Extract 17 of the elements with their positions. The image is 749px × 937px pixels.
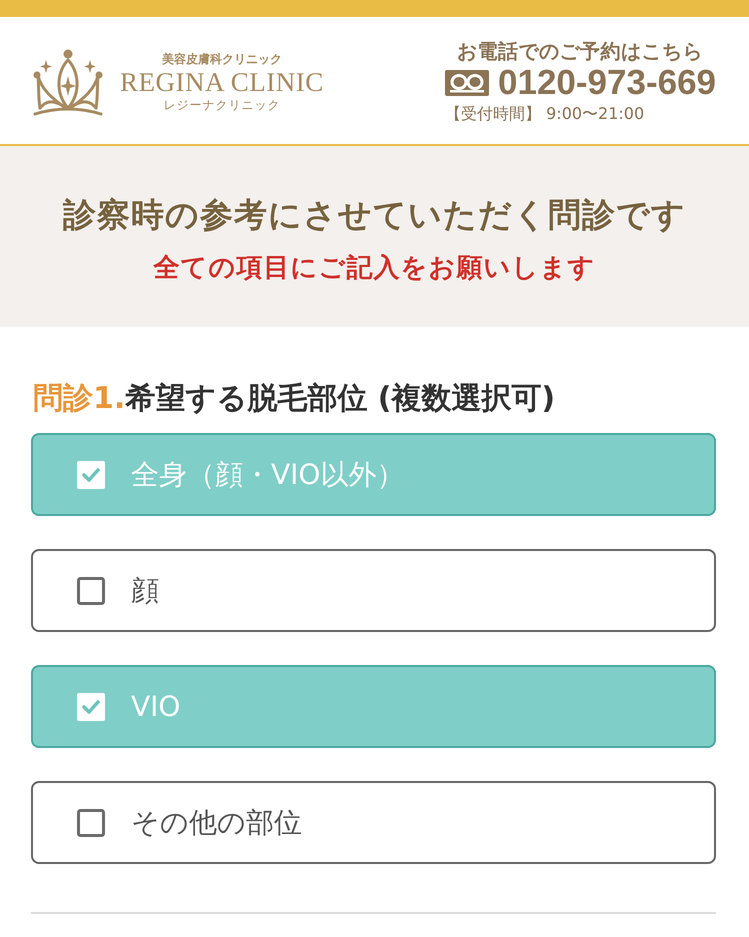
body-part-option[interactable]: その他の部位 [31,781,716,864]
phone-number[interactable]: 0120-973-669 [498,62,716,102]
intro-title: 診察時の参考にさせていただく問診です [63,194,686,236]
checkbox[interactable] [77,460,105,488]
required-notice: 全ての項目にご記入をお願いします [154,252,596,284]
clinic-name: REGINA CLINIC [120,66,324,96]
checkbox[interactable] [77,692,105,720]
body-part-option[interactable]: 顔 [31,549,716,632]
question-title: 希望する脱毛部位 (複数選択可) [125,381,556,416]
phone-heading: お電話でのご予約はこちら [457,38,704,62]
logo-tagline: 美容皮膚科クリニック [162,50,282,66]
clinic-name-reading: レジーナクリニック [163,96,280,112]
checkbox[interactable] [77,808,105,836]
checkbox[interactable] [77,576,105,604]
reception-hours: 【受付時間】 9:00〜21:00 [445,102,644,124]
free-dial-icon [445,70,490,96]
question-number: 問診1. [33,381,126,416]
